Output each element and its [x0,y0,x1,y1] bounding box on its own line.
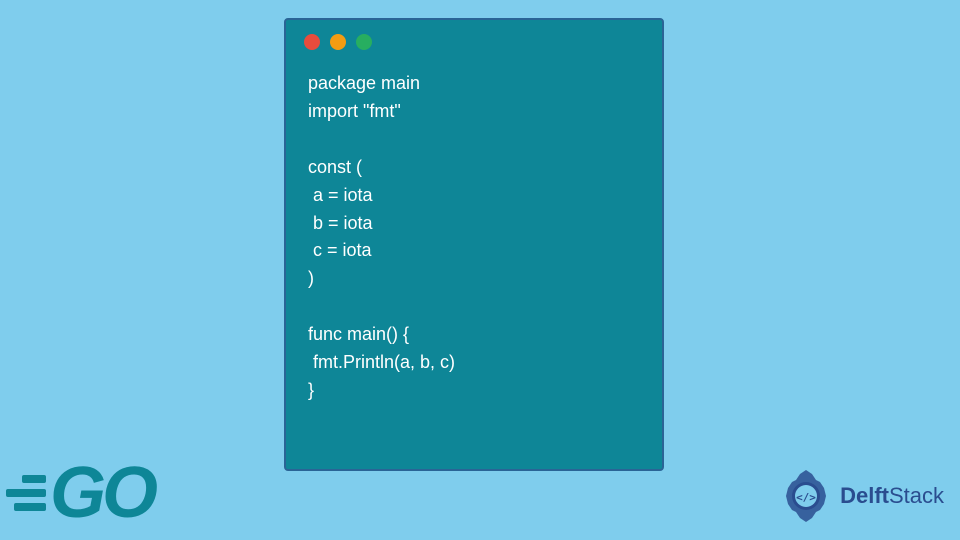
delftstack-logo: </> DelftStack [778,468,944,524]
code-line: package main [308,70,640,98]
svg-text:</>: </> [796,491,816,504]
code-line: b = iota [308,210,640,238]
window-controls [286,20,662,64]
code-line: const ( [308,154,640,182]
go-logo: GO [6,452,154,534]
code-window: package main import "fmt" const ( a = io… [284,18,664,471]
code-line: fmt.Println(a, b, c) [308,349,640,377]
code-line: } [308,377,640,405]
minimize-dot-icon [330,34,346,50]
close-dot-icon [304,34,320,50]
code-line: a = iota [308,182,640,210]
delft-prefix: Delft [840,483,889,508]
code-line: c = iota [308,237,640,265]
code-line: func main() { [308,321,640,349]
code-line: import "fmt" [308,98,640,126]
blank-line [308,293,640,321]
go-speed-lines-icon [6,475,46,511]
blank-line [308,126,640,154]
code-line: ) [308,265,640,293]
delft-suffix: Stack [889,483,944,508]
delftstack-icon: </> [778,468,834,524]
delftstack-text: DelftStack [840,483,944,509]
maximize-dot-icon [356,34,372,50]
go-logo-text: GO [50,452,154,534]
code-content: package main import "fmt" const ( a = io… [286,64,662,411]
